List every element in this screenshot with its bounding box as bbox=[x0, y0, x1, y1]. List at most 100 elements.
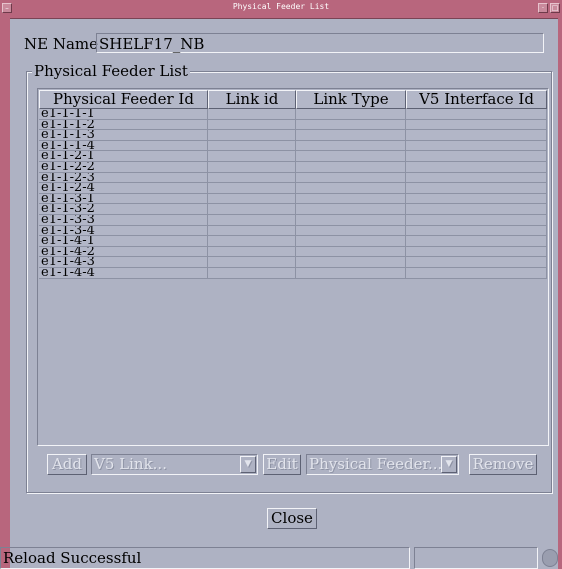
status-bar: Reload Successful bbox=[0, 547, 560, 569]
dialog-body: NE Name SHELF17_NB Physical Feeder List … bbox=[0, 19, 558, 569]
cell-link-type bbox=[296, 225, 406, 237]
cell-link-id bbox=[208, 204, 296, 215]
window-frame-left bbox=[0, 18, 10, 569]
cell-physical-feeder-id: e1-1-2-2 bbox=[39, 161, 208, 173]
column-header-v5-interface-id[interactable]: V5 Interface Id bbox=[406, 90, 547, 109]
cell-link-id bbox=[208, 119, 296, 131]
cell-physical-feeder-id: e1-1-1-1 bbox=[39, 109, 208, 120]
cell-link-type bbox=[296, 151, 406, 162]
down-arrow-icon[interactable]: ▼ bbox=[240, 456, 256, 473]
cell-link-type bbox=[296, 246, 406, 258]
cell-v5-interface-id bbox=[406, 236, 547, 247]
table-row[interactable]: e1-1-2-4 bbox=[39, 183, 547, 194]
table-row[interactable]: e1-1-1-3 bbox=[39, 130, 547, 141]
table-row[interactable]: e1-1-4-4 bbox=[39, 267, 547, 279]
ne-name-label: NE Name bbox=[24, 35, 99, 53]
table-row[interactable]: e1-1-2-1 bbox=[39, 151, 547, 162]
cell-link-type bbox=[296, 130, 406, 141]
v5-link-select-value: V5 Link... bbox=[94, 455, 167, 473]
cell-link-type bbox=[296, 267, 406, 279]
ne-name-field: SHELF17_NB bbox=[96, 33, 544, 53]
table-body: e1-1-1-1 e1-1-1-2 e1-1-1-3 e1-1-1-4 e1-1-2-1… bbox=[39, 109, 547, 279]
column-header-link-type[interactable]: Link Type bbox=[296, 90, 406, 109]
cell-physical-feeder-id: e1-1-4-3 bbox=[39, 257, 208, 268]
cell-v5-interface-id bbox=[406, 204, 547, 215]
cell-physical-feeder-id: e1-1-2-3 bbox=[39, 172, 208, 184]
close-button[interactable]: Close bbox=[267, 508, 317, 529]
feeder-table[interactable]: Physical Feeder Id Link id Link Type V5 … bbox=[37, 88, 549, 446]
cell-link-type bbox=[296, 214, 406, 226]
table-row[interactable]: e1-1-4-2 bbox=[39, 246, 547, 258]
cell-physical-feeder-id: e1-1-3-3 bbox=[39, 214, 208, 226]
cell-v5-interface-id bbox=[406, 130, 547, 141]
cell-v5-interface-id bbox=[406, 183, 547, 194]
cell-link-id bbox=[208, 151, 296, 162]
table-row[interactable]: e1-1-2-3 bbox=[39, 172, 547, 184]
add-button[interactable]: Add bbox=[47, 454, 87, 475]
cell-v5-interface-id bbox=[406, 172, 547, 184]
cell-v5-interface-id bbox=[406, 109, 547, 120]
cell-link-type bbox=[296, 109, 406, 120]
status-segment bbox=[414, 547, 538, 569]
cell-physical-feeder-id: e1-1-3-1 bbox=[39, 193, 208, 205]
table-row[interactable]: e1-1-2-2 bbox=[39, 161, 547, 173]
table-row[interactable]: e1-1-3-3 bbox=[39, 214, 547, 226]
physical-feeder-select-value: Physical Feeder... bbox=[309, 455, 443, 473]
physical-feeder-select[interactable]: Physical Feeder... ▼ bbox=[306, 454, 459, 475]
cell-link-id bbox=[208, 183, 296, 194]
cell-v5-interface-id bbox=[406, 267, 547, 279]
minimize-icon[interactable]: · bbox=[538, 3, 548, 13]
cell-link-type bbox=[296, 172, 406, 184]
cell-link-type bbox=[296, 119, 406, 131]
cell-physical-feeder-id: e1-1-4-2 bbox=[39, 246, 208, 258]
cell-link-type bbox=[296, 236, 406, 247]
title-bar: – Physical Feeder List · □ bbox=[0, 0, 562, 19]
cell-link-id bbox=[208, 267, 296, 279]
cell-link-type bbox=[296, 161, 406, 173]
cell-link-id bbox=[208, 161, 296, 173]
cell-physical-feeder-id: e1-1-4-4 bbox=[39, 267, 208, 279]
cell-link-type bbox=[296, 204, 406, 215]
cell-v5-interface-id bbox=[406, 225, 547, 237]
table-row[interactable]: e1-1-3-2 bbox=[39, 204, 547, 215]
cell-link-id bbox=[208, 225, 296, 237]
cell-link-type bbox=[296, 193, 406, 205]
cell-v5-interface-id bbox=[406, 151, 547, 162]
table-row[interactable]: e1-1-4-3 bbox=[39, 257, 547, 268]
cell-link-type bbox=[296, 257, 406, 268]
cell-physical-feeder-id: e1-1-2-1 bbox=[39, 151, 208, 162]
column-header-link-id[interactable]: Link id bbox=[208, 90, 296, 109]
cell-link-id bbox=[208, 257, 296, 268]
cell-link-id bbox=[208, 172, 296, 184]
table-row[interactable]: e1-1-1-4 bbox=[39, 140, 547, 152]
cell-v5-interface-id bbox=[406, 140, 547, 152]
cell-link-id bbox=[208, 214, 296, 226]
maximize-icon[interactable]: □ bbox=[550, 3, 560, 13]
cell-physical-feeder-id: e1-1-4-1 bbox=[39, 236, 208, 247]
cell-physical-feeder-id: e1-1-3-2 bbox=[39, 204, 208, 215]
edit-button[interactable]: Edit bbox=[263, 454, 301, 475]
group-title: Physical Feeder List bbox=[32, 62, 190, 80]
window-frame-right bbox=[558, 18, 562, 569]
cell-link-id bbox=[208, 236, 296, 247]
table-row[interactable]: e1-1-3-4 bbox=[39, 225, 547, 237]
cell-link-id bbox=[208, 246, 296, 258]
v5-link-select[interactable]: V5 Link... ▼ bbox=[91, 454, 258, 475]
table-row[interactable]: e1-1-1-1 bbox=[39, 109, 547, 120]
column-header-physical-feeder-id[interactable]: Physical Feeder Id bbox=[39, 90, 208, 109]
cell-physical-feeder-id: e1-1-1-4 bbox=[39, 140, 208, 152]
table-header: Physical Feeder Id Link id Link Type V5 … bbox=[39, 90, 547, 109]
cell-v5-interface-id bbox=[406, 257, 547, 268]
status-message: Reload Successful bbox=[0, 547, 410, 569]
cell-link-id bbox=[208, 130, 296, 141]
table-row[interactable]: e1-1-4-1 bbox=[39, 236, 547, 247]
down-arrow-icon[interactable]: ▼ bbox=[441, 456, 457, 473]
physical-feeder-list-group: Physical Feeder List Physical Feeder Id … bbox=[26, 62, 552, 493]
cell-link-id bbox=[208, 193, 296, 205]
cell-v5-interface-id bbox=[406, 214, 547, 226]
cell-link-id bbox=[208, 140, 296, 152]
table-row[interactable]: e1-1-1-2 bbox=[39, 119, 547, 131]
cell-link-type bbox=[296, 140, 406, 152]
table-row[interactable]: e1-1-3-1 bbox=[39, 193, 547, 205]
remove-button[interactable]: Remove bbox=[469, 454, 537, 475]
